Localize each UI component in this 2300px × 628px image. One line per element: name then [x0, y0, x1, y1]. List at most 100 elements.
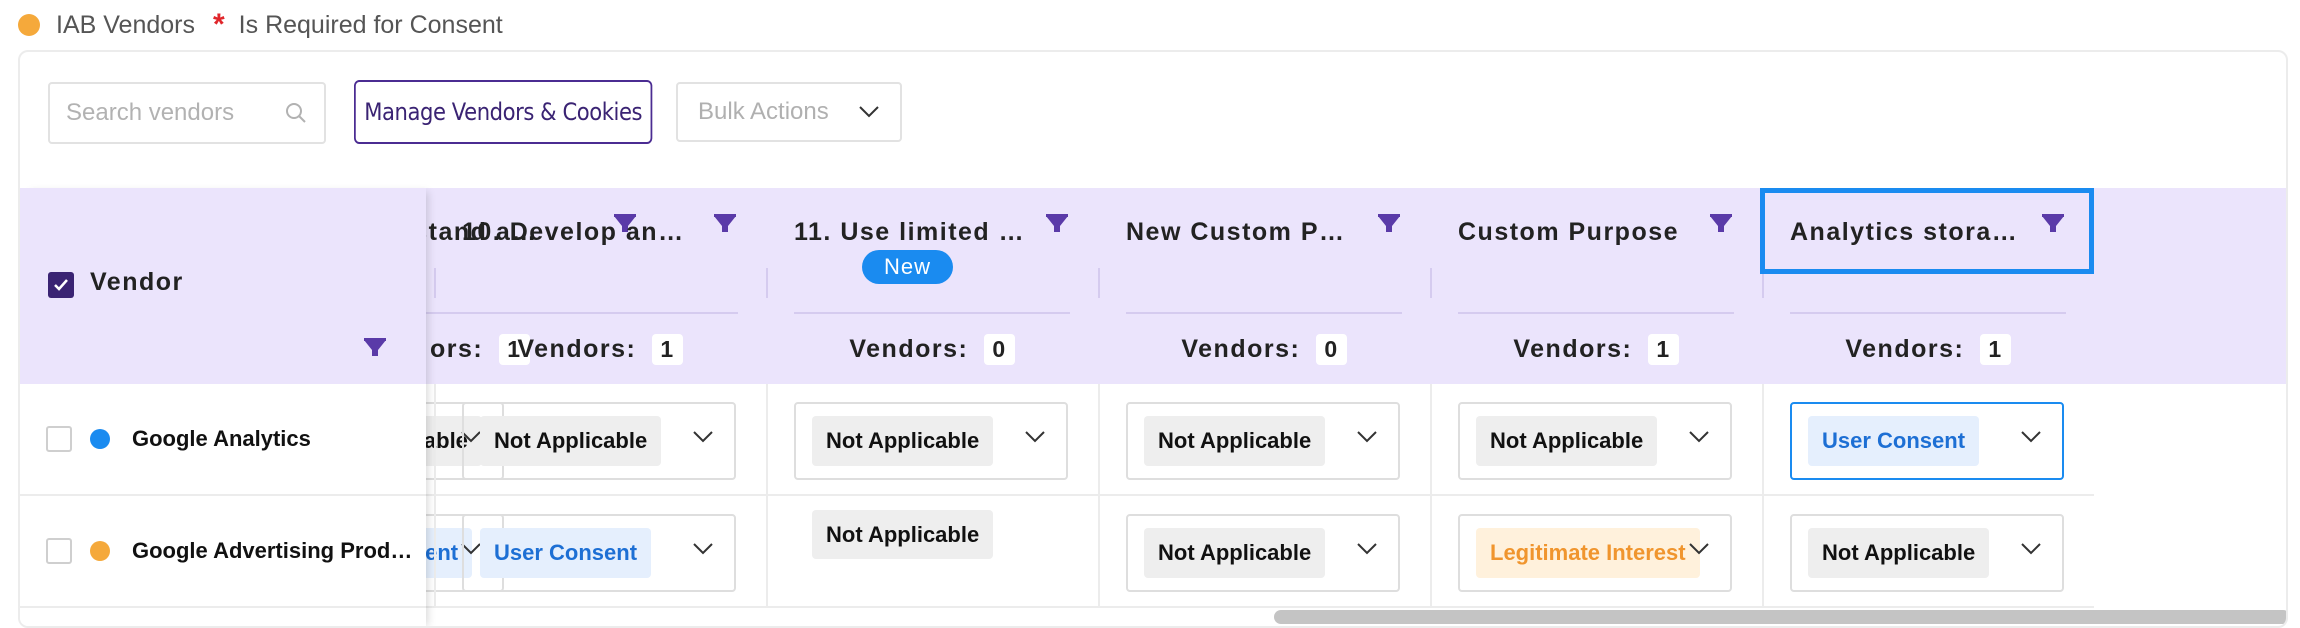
vendor-column-header: Vendor [20, 188, 426, 384]
vendor-name[interactable]: Google Analytics [132, 426, 418, 452]
highlighted-column-header [1760, 188, 2094, 274]
manage-vendors-button[interactable]: Manage Vendors & Cookies [354, 80, 653, 144]
vendors-count-number: 1 [652, 334, 683, 365]
vendors-count: Vendors: 0 [1098, 334, 1430, 365]
column-separator [1098, 268, 1100, 298]
purpose-cell: Not Applicable [434, 384, 766, 496]
select-all-checkbox[interactable] [48, 272, 74, 298]
consent-type-dropdown[interactable]: Not Applicable [1126, 402, 1400, 480]
purpose-title[interactable]: 10. Develop and … [462, 218, 694, 247]
purpose-title[interactable]: Custom Purpose [1458, 218, 1690, 247]
purpose-column: New Custom Pur… Vendors: 0 Not Applicable No… [1098, 188, 1430, 626]
vendor-checkbox[interactable] [46, 538, 72, 564]
column-separator [1430, 268, 1432, 298]
chevron-down-icon [1356, 542, 1378, 561]
header-divider [1790, 312, 2066, 314]
chevron-down-icon [1688, 430, 1710, 449]
purpose-column: 11. Use limited d… New Vendors: 0 Not Applic… [766, 188, 1098, 626]
vendors-count: Vendors: 1 [434, 334, 766, 365]
bulk-actions-label: Bulk Actions [698, 98, 829, 125]
required-label: Is Required for Consent [238, 10, 503, 39]
vendors-count-number: 1 [1980, 334, 2011, 365]
search-icon [286, 103, 306, 123]
search-input[interactable]: Search vendors [48, 82, 326, 144]
legend: IAB Vendors * Is Required for Consent [18, 10, 503, 40]
vendors-count-label: Vendors: [1513, 335, 1633, 363]
chevron-down-icon [692, 430, 714, 449]
header-divider [1126, 312, 1402, 314]
purpose-cell: Not Applicable [1430, 384, 1762, 496]
consent-type-dropdown[interactable]: Not Applicable [1126, 514, 1400, 592]
purpose-cell: Not Applicable [766, 384, 1098, 496]
chevron-down-icon [692, 542, 714, 561]
consent-type-pill: Not Applicable [1144, 416, 1326, 466]
vendor-row[interactable]: Google Advertising Products [20, 496, 426, 608]
horizontal-scrollbar-thumb[interactable] [1274, 610, 2286, 624]
vendors-count-label: Vendors: [1845, 335, 1965, 363]
header-divider [1458, 312, 1734, 314]
vendor-column: Vendor Google Analytics Google Advertisi… [20, 188, 426, 626]
purpose-cell: Not Applicable [1098, 496, 1430, 608]
google-advertising-dot-icon [90, 541, 110, 561]
consent-type-pill: Legitimate Interest [1476, 528, 1700, 578]
purpose-cell: Not Applicable [1762, 496, 2094, 608]
required-star-icon: * [212, 8, 225, 41]
purpose-filter-icon[interactable] [1376, 212, 1402, 243]
search-placeholder: Search vendors [66, 99, 235, 126]
consent-type-pill: Not Applicable [1144, 528, 1326, 578]
purpose-filter-icon[interactable] [1708, 212, 1734, 243]
vendor-row[interactable]: Google Analytics [20, 384, 426, 496]
purpose-column: 10. Develop and … Vendors: 1 Not Applicable… [434, 188, 766, 626]
consent-type-pill: Not Applicable [1808, 528, 1990, 578]
purpose-title[interactable]: 11. Use limited d… [794, 218, 1026, 247]
consent-type-dropdown[interactable]: User Consent [1790, 402, 2064, 480]
purpose-title[interactable]: New Custom Pur… [1126, 218, 1358, 247]
chevron-down-icon [1024, 430, 1046, 449]
consent-type-dropdown[interactable]: Not Applicable [462, 402, 736, 480]
consent-type-pill: Not Applicable [1476, 416, 1658, 466]
purpose-column-header: 10. Develop and … Vendors: 1 [434, 188, 766, 384]
vendors-count-label: Vendors: [517, 335, 637, 363]
consent-type-dropdown[interactable]: Legitimate Interest [1458, 514, 1732, 592]
consent-type-pill: User Consent [480, 528, 652, 578]
column-separator [434, 268, 436, 298]
vendor-checkbox[interactable] [46, 426, 72, 452]
consent-type-dropdown[interactable]: Not Applicable [1790, 514, 2064, 592]
iab-vendors-label: IAB Vendors [56, 10, 195, 39]
vendor-name[interactable]: Google Advertising Products [132, 538, 418, 564]
purpose-column-header: New Custom Pur… Vendors: 0 [1098, 188, 1430, 384]
vendors-count: Vendors: 1 [1762, 334, 2094, 365]
purpose-cell: Not Applicable [1098, 384, 1430, 496]
purpose-filter-icon[interactable] [1044, 212, 1070, 243]
vendors-count-number: 0 [1316, 334, 1347, 365]
vendors-count-number: 1 [1648, 334, 1679, 365]
iab-vendor-dot-icon [18, 14, 40, 36]
chevron-down-icon [1688, 542, 1710, 561]
vendors-count: Vendors: 0 [766, 334, 1098, 365]
vendors-count-label: Vendors: [1181, 335, 1301, 363]
consent-type-static: Not Applicable [812, 510, 994, 559]
purpose-column-header: 11. Use limited d… New Vendors: 0 [766, 188, 1098, 384]
purpose-column-header: Custom Purpose Vendors: 1 [1430, 188, 1762, 384]
consent-type-pill: Not Applicable [812, 416, 994, 466]
chevron-down-icon [859, 106, 879, 118]
chevron-down-icon [2020, 430, 2042, 449]
purpose-cell: Not Applicable [766, 496, 1098, 608]
consent-type-pill: User Consent [1808, 416, 1980, 466]
vendor-filter-icon[interactable] [362, 336, 388, 367]
consent-type-dropdown[interactable]: User Consent [462, 514, 736, 592]
vendors-count: Vendors: 1 [1430, 334, 1762, 365]
consent-type-dropdown[interactable]: Not Applicable [794, 402, 1068, 480]
google-analytics-dot-icon [90, 429, 110, 449]
consent-type-pill: Not Applicable [812, 510, 994, 559]
column-separator [766, 268, 768, 298]
chevron-down-icon [1356, 430, 1378, 449]
chevron-down-icon [2020, 542, 2042, 561]
new-badge: New [862, 250, 954, 284]
checkmark-icon [54, 279, 68, 291]
purpose-filter-icon[interactable] [712, 212, 738, 243]
purpose-cell: Legitimate Interest [1430, 496, 1762, 608]
consent-type-dropdown[interactable]: Not Applicable [1458, 402, 1732, 480]
bulk-actions-dropdown[interactable]: Bulk Actions [676, 82, 902, 142]
vendor-header-label: Vendor [90, 268, 184, 296]
